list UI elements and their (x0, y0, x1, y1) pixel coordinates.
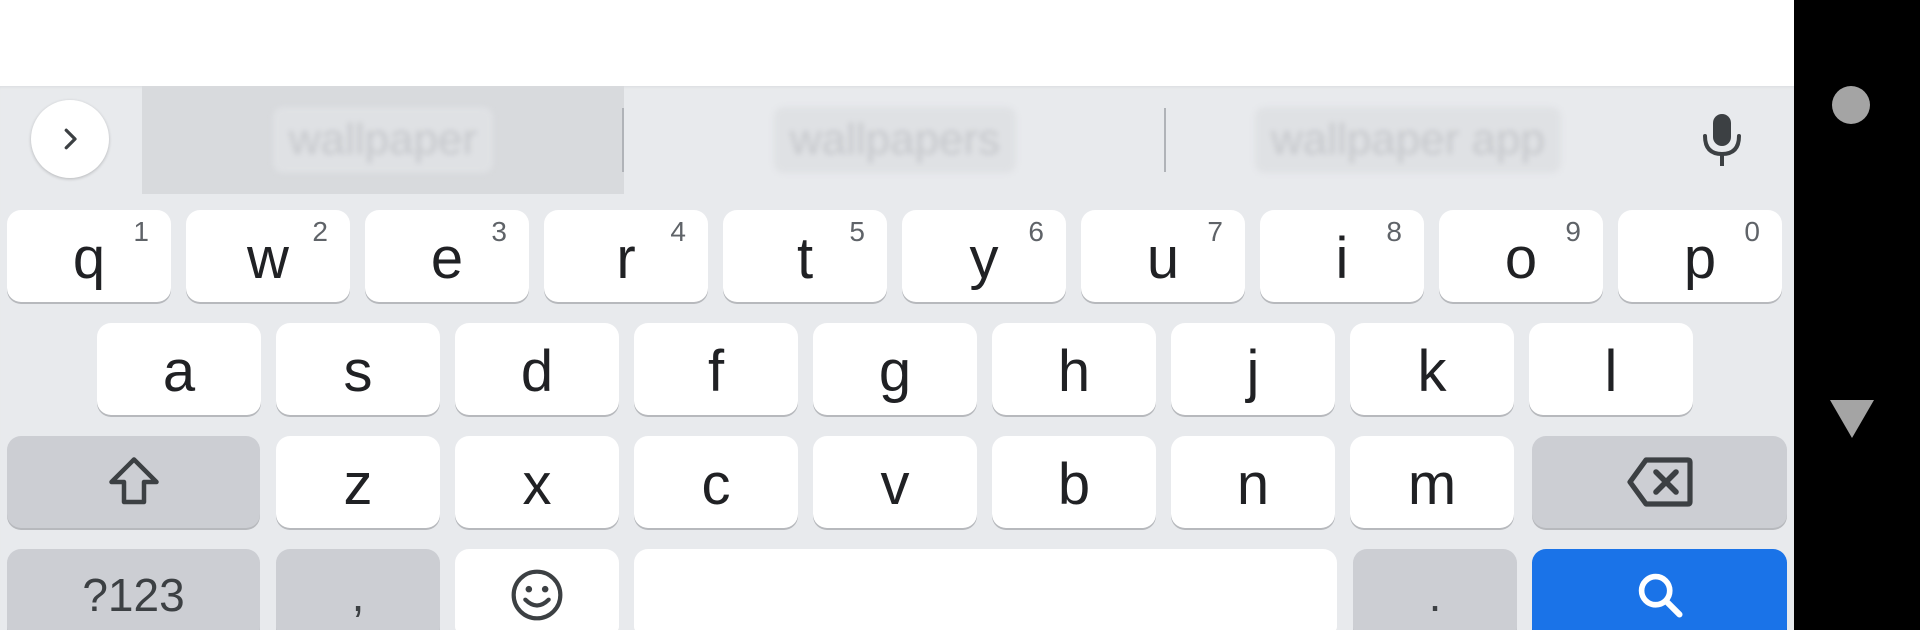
navigation-bar (1794, 0, 1920, 630)
key-label: v (880, 451, 910, 517)
suggestion-strip: wallpaper wallpapers wallpaper app (0, 86, 1794, 194)
suggestion-3-label: wallpaper app (1255, 107, 1561, 173)
key-label: b (1057, 451, 1091, 517)
key-number-hint: 0 (1744, 216, 1760, 247)
period-key-label: . (1428, 569, 1442, 621)
key-x[interactable]: x (455, 436, 619, 528)
shift-icon (108, 457, 159, 505)
suggestion-1[interactable]: wallpaper (142, 86, 624, 194)
space-key[interactable] (634, 549, 1337, 630)
key-v[interactable]: v (813, 436, 977, 528)
chevron-right-icon (64, 128, 77, 150)
key-label: d (520, 338, 554, 404)
shift-key[interactable] (7, 436, 260, 528)
app-content-area (0, 0, 1794, 86)
key-number-hint: 6 (1028, 216, 1044, 247)
home-icon[interactable] (1832, 86, 1870, 124)
key-u[interactable]: u7 (1081, 210, 1245, 302)
key-c[interactable]: c (634, 436, 798, 528)
key-number-hint: 5 (849, 216, 865, 247)
comma-key[interactable]: , (276, 549, 440, 630)
key-label: t (796, 225, 814, 291)
key-s[interactable]: s (276, 323, 440, 415)
suggestion-3[interactable]: wallpaper app (1168, 86, 1648, 194)
backspace-key[interactable] (1532, 436, 1787, 528)
key-f[interactable]: f (634, 323, 798, 415)
comma-key-label: , (351, 569, 365, 621)
key-g[interactable]: g (813, 323, 977, 415)
key-l[interactable]: l (1529, 323, 1693, 415)
voice-input-button[interactable] (1692, 106, 1752, 174)
period-key[interactable]: . (1353, 549, 1517, 630)
symbols-key-label: ?123 (82, 569, 185, 621)
key-number-hint: 2 (312, 216, 328, 247)
key-label: c (701, 451, 731, 517)
key-i[interactable]: i8 (1260, 210, 1424, 302)
key-label: s (343, 338, 373, 404)
key-z[interactable]: z (276, 436, 440, 528)
key-label: e (430, 225, 464, 291)
key-e[interactable]: e3 (365, 210, 529, 302)
key-label: n (1236, 451, 1270, 517)
key-label: l (1604, 338, 1618, 404)
back-icon[interactable] (1830, 400, 1874, 438)
key-label: w (247, 225, 289, 291)
key-label: u (1146, 225, 1180, 291)
key-m[interactable]: m (1350, 436, 1514, 528)
key-label: m (1407, 451, 1457, 517)
search-key[interactable] (1532, 549, 1787, 630)
suggestion-2-label: wallpapers (773, 107, 1017, 173)
key-k[interactable]: k (1350, 323, 1514, 415)
key-n[interactable]: n (1171, 436, 1335, 528)
emoji-icon (511, 569, 563, 621)
key-number-hint: 1 (133, 216, 149, 247)
key-label: q (72, 225, 106, 291)
key-label: g (878, 338, 912, 404)
key-label: y (969, 225, 999, 291)
key-label: i (1335, 225, 1349, 291)
screen: wallpaper wallpapers wallpaper app q1w2e… (0, 0, 1920, 630)
key-label: j (1246, 338, 1260, 404)
key-number-hint: 8 (1386, 216, 1402, 247)
key-label: x (522, 451, 552, 517)
key-number-hint: 7 (1207, 216, 1223, 247)
key-label: f (707, 338, 725, 404)
suggestion-2[interactable]: wallpapers (626, 86, 1164, 194)
suggestion-1-label: wallpaper (272, 107, 494, 173)
key-number-hint: 4 (670, 216, 686, 247)
backspace-icon (1626, 457, 1693, 507)
key-p[interactable]: p0 (1618, 210, 1782, 302)
key-label: k (1417, 338, 1447, 404)
key-t[interactable]: t5 (723, 210, 887, 302)
key-label: a (162, 338, 196, 404)
key-q[interactable]: q1 (7, 210, 171, 302)
key-label: h (1057, 338, 1091, 404)
symbols-key[interactable]: ?123 (7, 549, 260, 630)
emoji-key[interactable] (455, 549, 619, 630)
key-number-hint: 3 (491, 216, 507, 247)
key-label: p (1683, 225, 1717, 291)
search-icon (1638, 573, 1683, 618)
key-r[interactable]: r4 (544, 210, 708, 302)
key-w[interactable]: w2 (186, 210, 350, 302)
suggestion-divider (1164, 108, 1166, 172)
key-h[interactable]: h (992, 323, 1156, 415)
key-b[interactable]: b (992, 436, 1156, 528)
key-y[interactable]: y6 (902, 210, 1066, 302)
key-label: r (616, 225, 636, 291)
expand-toolbar-button[interactable] (31, 100, 109, 178)
mic-icon (1703, 114, 1741, 166)
key-label: o (1504, 225, 1538, 291)
key-o[interactable]: o9 (1439, 210, 1603, 302)
key-label: z (343, 451, 373, 517)
key-d[interactable]: d (455, 323, 619, 415)
keyboard: wallpaper wallpapers wallpaper app q1w2e… (0, 86, 1794, 630)
suggestion-divider (622, 108, 624, 172)
key-j[interactable]: j (1171, 323, 1335, 415)
key-a[interactable]: a (97, 323, 261, 415)
key-number-hint: 9 (1565, 216, 1581, 247)
